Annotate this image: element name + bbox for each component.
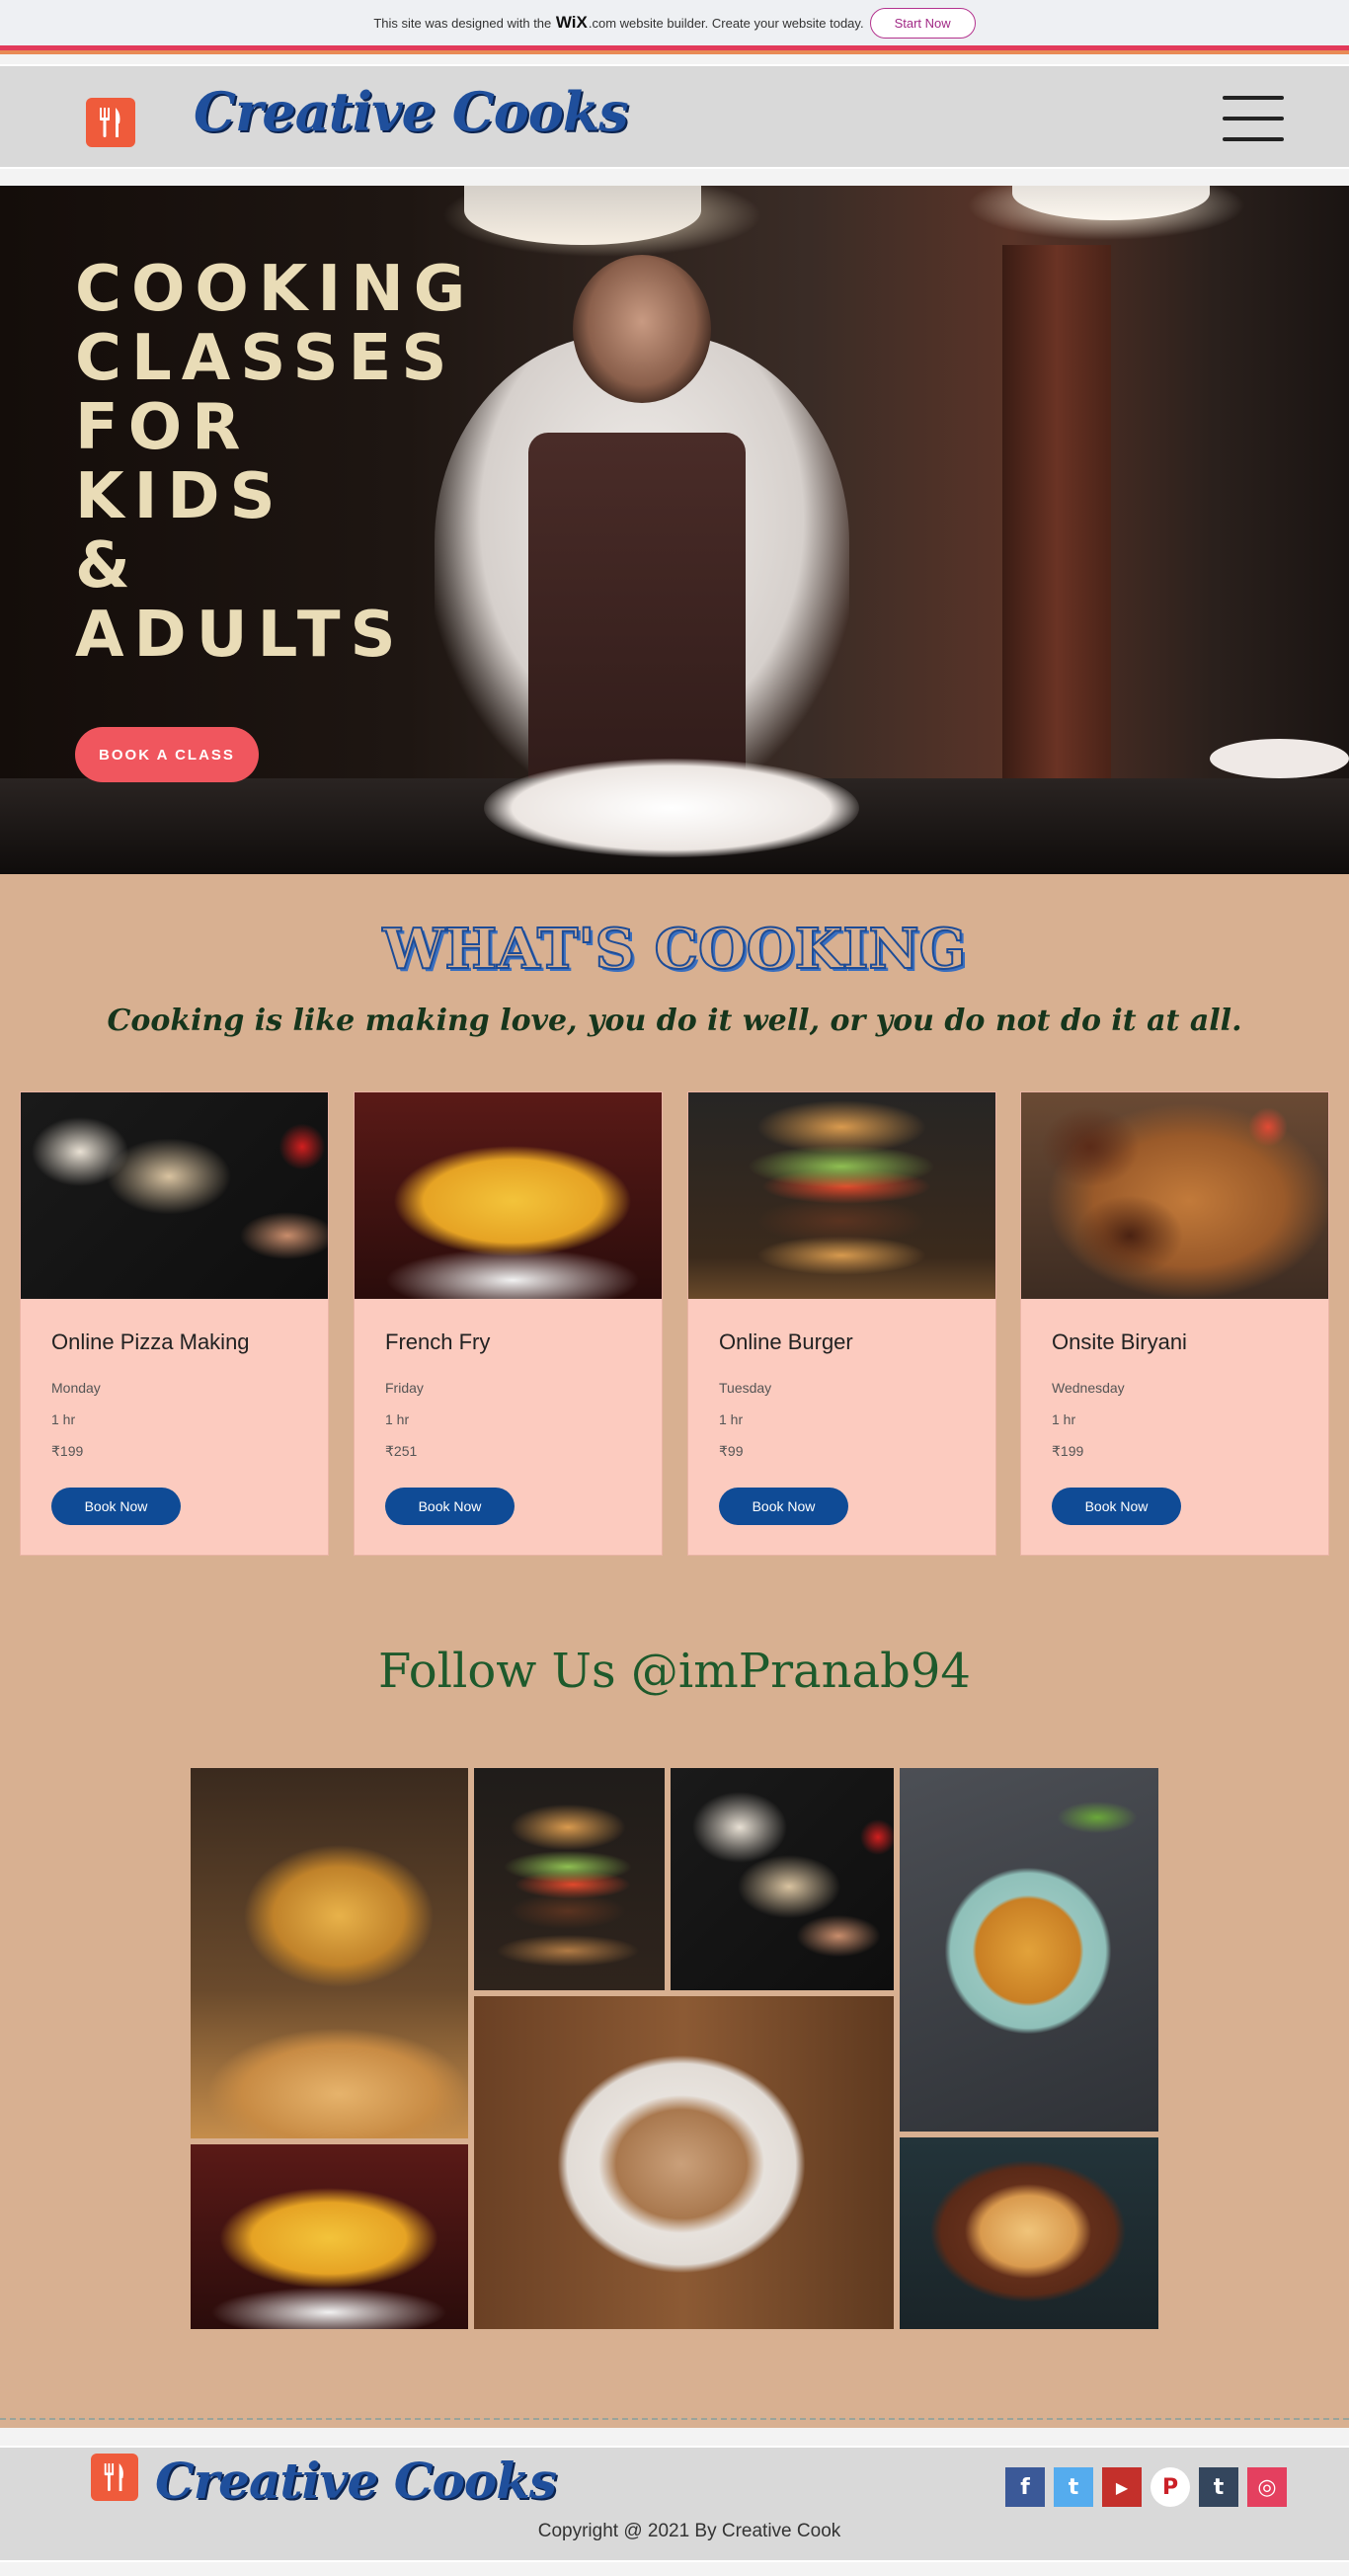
- cooking-quote: Cooking is like making love, you do it w…: [107, 1004, 1242, 1038]
- hero-title-line: &: [75, 529, 140, 603]
- class-day: Wednesday: [1052, 1380, 1125, 1396]
- tumblr-icon[interactable]: t: [1199, 2467, 1238, 2507]
- class-card[interactable]: French Fry Friday 1 hr ₹251 Book Now: [354, 1091, 663, 1556]
- class-day: Monday: [51, 1380, 101, 1396]
- class-duration: 1 hr: [51, 1411, 76, 1427]
- wix-banner: This site was designed with the WiX .com…: [0, 0, 1349, 45]
- pinterest-icon[interactable]: P: [1151, 2467, 1190, 2507]
- class-name: Onsite Biryani: [1052, 1329, 1187, 1354]
- class-cards: Online Pizza Making Monday 1 hr ₹199 Boo…: [20, 1091, 1329, 1556]
- hero-title: COOKING CLASSES FOR KIDS & ADULTS: [75, 255, 475, 670]
- site-footer: Creative Cooks f t ▶ P t ◎ Copyright @ 2…: [0, 2428, 1349, 2576]
- book-now-button[interactable]: Book Now: [719, 1488, 848, 1525]
- follow-us-title: Follow Us @imPranab94: [378, 1644, 971, 1699]
- class-duration: 1 hr: [1052, 1411, 1076, 1427]
- hero-section: COOKING CLASSES FOR KIDS & ADULTS BOOK A…: [0, 186, 1349, 874]
- instagram-icon[interactable]: ◎: [1247, 2467, 1287, 2507]
- hero-image-plate-2: [1210, 739, 1349, 778]
- hero-image-plate: [484, 759, 859, 857]
- instagram-gallery: [191, 1768, 1158, 2329]
- footer-divider: [0, 2418, 1349, 2420]
- hero-image-apron: [528, 433, 746, 808]
- book-now-button[interactable]: Book Now: [1052, 1488, 1181, 1525]
- class-price: ₹199: [1052, 1443, 1084, 1459]
- hero-image-lamp: [464, 186, 701, 245]
- hero-image-pillar: [1002, 245, 1111, 798]
- footer-band: Creative Cooks f t ▶ P t ◎ Copyright @ 2…: [0, 2446, 1349, 2562]
- gallery-image-momos[interactable]: [900, 1768, 1158, 2132]
- class-card[interactable]: Online Burger Tuesday 1 hr ₹99 Book Now: [687, 1091, 996, 1556]
- class-duration: 1 hr: [385, 1411, 410, 1427]
- wix-banner-text: This site was designed with the: [373, 15, 552, 31]
- fork-knife-icon[interactable]: [86, 98, 135, 147]
- header-band: Creative Cooks: [0, 64, 1349, 169]
- twitter-icon[interactable]: t: [1054, 2467, 1093, 2507]
- class-duration: 1 hr: [719, 1411, 744, 1427]
- hero-title-line: COOKING: [75, 253, 476, 326]
- gallery-image-cookies[interactable]: [474, 1996, 894, 2329]
- fries-image[interactable]: [355, 1092, 662, 1299]
- hero-title-line: CLASSES: [75, 322, 457, 395]
- hamburger-menu-icon[interactable]: [1223, 96, 1284, 141]
- footer-logo-text[interactable]: Creative Cooks: [155, 2452, 557, 2510]
- class-price: ₹251: [385, 1443, 418, 1459]
- facebook-icon[interactable]: f: [1005, 2467, 1045, 2507]
- gallery-image-pizza[interactable]: [671, 1768, 894, 1990]
- class-name: Online Burger: [719, 1329, 853, 1354]
- gallery-image-fries-basket[interactable]: [191, 1768, 468, 2138]
- gallery-image-burger[interactable]: [474, 1768, 665, 1990]
- whats-cooking-title: WHAT'S COOKING: [382, 916, 968, 983]
- book-a-class-button[interactable]: BOOK A CLASS: [75, 727, 259, 782]
- start-now-button[interactable]: Start Now: [869, 7, 976, 39]
- burger-image[interactable]: [688, 1092, 995, 1299]
- hero-title-line: ADULTS: [75, 599, 406, 672]
- social-links: f t ▶ P t ◎: [1005, 2467, 1287, 2507]
- class-day: Tuesday: [719, 1380, 772, 1396]
- wix-logo[interactable]: WiX: [556, 13, 588, 33]
- class-card[interactable]: Online Pizza Making Monday 1 hr ₹199 Boo…: [20, 1091, 329, 1556]
- hero-image-lamp-2: [1012, 186, 1210, 220]
- book-now-button[interactable]: Book Now: [385, 1488, 515, 1525]
- site-logo-text[interactable]: Creative Cooks: [194, 80, 629, 143]
- copyright-text: Copyright @ 2021 By Creative Cook: [537, 2521, 841, 2541]
- gallery-image-fries-bowl[interactable]: [191, 2144, 468, 2329]
- pizza-image[interactable]: [21, 1092, 328, 1299]
- hero-image-chef-head: [573, 255, 711, 403]
- class-name: French Fry: [385, 1329, 491, 1354]
- book-now-button[interactable]: Book Now: [51, 1488, 181, 1525]
- class-name: Online Pizza Making: [51, 1329, 250, 1354]
- biryani-image[interactable]: [1021, 1092, 1328, 1299]
- hero-title-line: KIDS: [75, 460, 285, 533]
- class-day: Friday: [385, 1380, 424, 1396]
- wix-banner-text-2: .com website builder. Create your websit…: [588, 15, 864, 31]
- hero-title-line: FOR: [75, 391, 251, 464]
- site-header: Creative Cooks: [0, 54, 1349, 186]
- youtube-icon[interactable]: ▶: [1102, 2467, 1142, 2507]
- class-card[interactable]: Onsite Biryani Wednesday 1 hr ₹199 Book …: [1020, 1091, 1329, 1556]
- fork-knife-icon[interactable]: [91, 2454, 138, 2501]
- class-price: ₹99: [719, 1443, 744, 1459]
- gallery-image-rice-plate[interactable]: [900, 2137, 1158, 2329]
- class-price: ₹199: [51, 1443, 84, 1459]
